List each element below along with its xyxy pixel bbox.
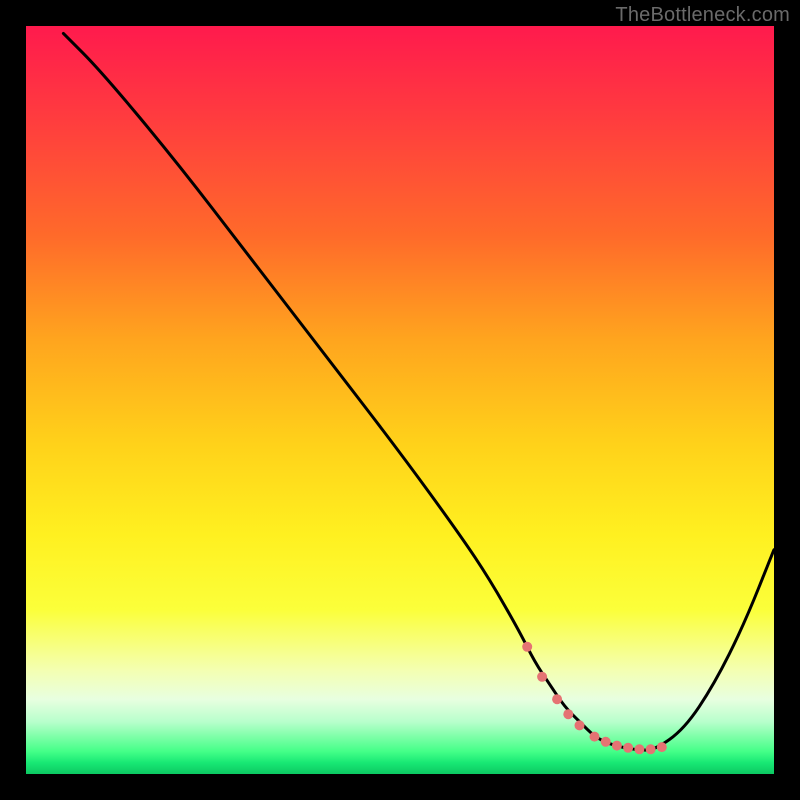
curve-layer [26,26,774,774]
marker-dot [646,744,656,754]
marker-dot [657,742,667,752]
marker-dot [634,744,644,754]
marker-dot [623,743,633,753]
marker-dot [590,732,600,742]
marker-dot [601,737,611,747]
marker-dot [612,741,622,751]
bottom-markers [522,642,667,755]
marker-dot [537,672,547,682]
marker-dot [575,720,585,730]
bottleneck-curve [63,33,774,750]
marker-dot [563,709,573,719]
marker-dot [552,694,562,704]
chart-container: TheBottleneck.com [0,0,800,800]
watermark-text: TheBottleneck.com [615,4,790,27]
plot-area [26,26,774,774]
marker-dot [522,642,532,652]
